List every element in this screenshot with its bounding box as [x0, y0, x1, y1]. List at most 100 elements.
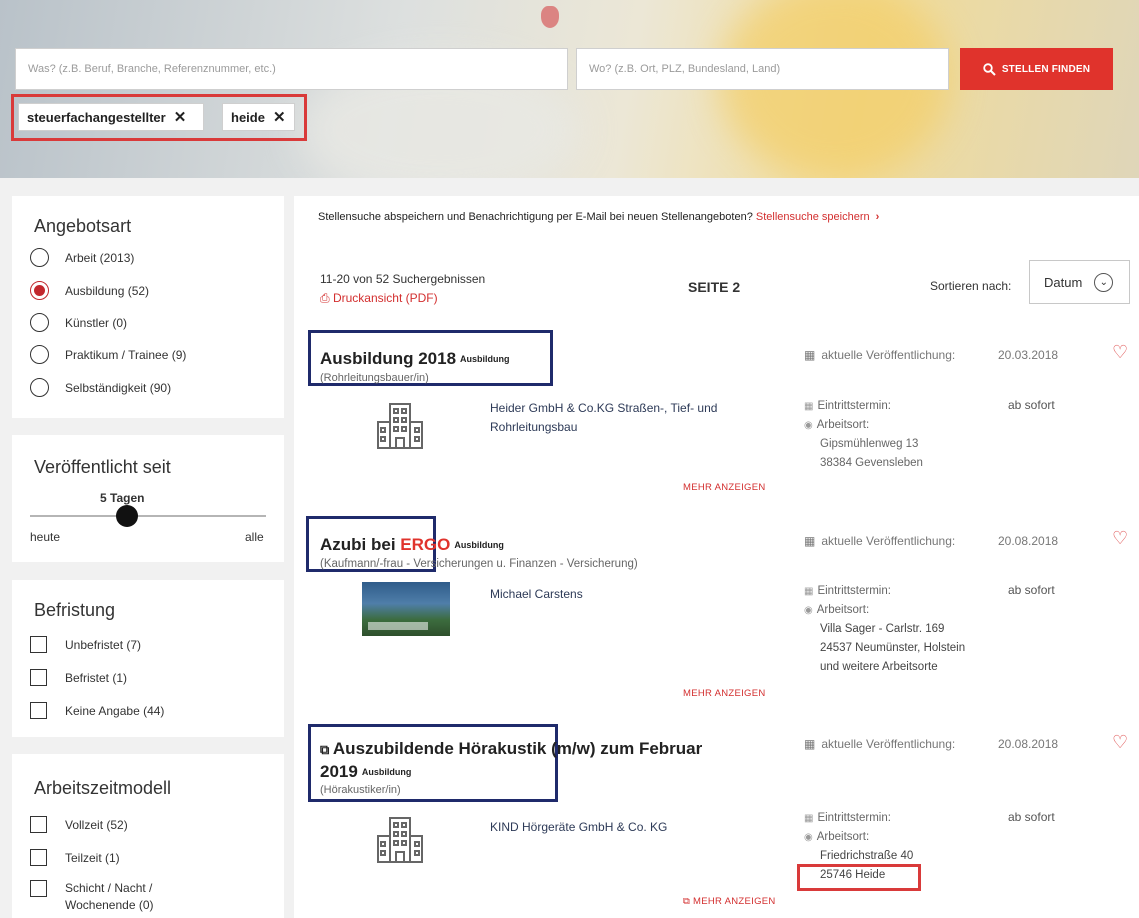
radio-option[interactable]: Künstler (0) — [30, 313, 127, 332]
filter-title: Arbeitszeitmodell — [34, 778, 172, 798]
calendar-icon: ▦ — [804, 348, 816, 362]
radio-button[interactable] — [30, 313, 49, 332]
job-badge: Ausbildung — [460, 354, 510, 364]
slider-handle[interactable] — [116, 505, 138, 527]
show-more-label: MEHR ANZEIGEN — [693, 896, 776, 907]
checkbox[interactable] — [30, 669, 47, 686]
job-subtitle: (Hörakustiker/in) — [320, 784, 401, 796]
checkbox-option[interactable]: Teilzeit (1) — [30, 849, 120, 866]
job-details: ▦ Eintrittstermin: ◉ Arbeitsort: Villa Sag… — [804, 582, 965, 677]
company-name[interactable]: KIND Hörgeräte GmbH & Co. KG — [490, 818, 770, 837]
results-count: 11-20 von 52 Suchergebnissen — [320, 272, 486, 286]
place-label: Arbeitsort: — [816, 831, 870, 843]
filter-worktime: Arbeitszeitmodell Vollzeit (52) Teilzeit… — [12, 754, 284, 918]
calendar-icon: ▦ — [804, 586, 814, 597]
radio-button[interactable] — [30, 248, 49, 267]
radio-option[interactable]: Arbeit (2013) — [30, 248, 134, 267]
search-tag[interactable]: steuerfachangestellter ✕ — [18, 103, 204, 131]
checkbox-option[interactable]: Vollzeit (52) — [30, 816, 128, 833]
job-listing[interactable]: ⧉ Auszubildende Hörakustik (m/w) zum Feb… — [294, 724, 1139, 918]
show-more-link[interactable]: MEHR ANZEIGEN — [683, 482, 766, 493]
publication-label: ▦ aktuelle Veröffentlichung: — [804, 737, 955, 751]
print-pdf-link[interactable]: ⎙ Druckansicht (PDF) — [320, 291, 438, 306]
job-title-text: Azubi bei — [320, 535, 401, 554]
search-tag-label: steuerfachangestellter — [27, 109, 166, 125]
option-label: Künstler (0) — [65, 315, 128, 330]
option-label: Schicht / Nacht / Wochenende (0) — [65, 880, 154, 914]
checkbox-option[interactable]: Schicht / Nacht / Wochenende (0) — [30, 880, 154, 914]
job-listing[interactable]: Azubi bei ERGO Ausbildung (Kaufmann/-frau… — [294, 516, 1139, 712]
checkbox[interactable] — [30, 880, 47, 897]
close-icon[interactable]: ✕ — [174, 108, 187, 126]
company-name[interactable]: Heider GmbH & Co.KG Straßen-, Tief- und R… — [490, 399, 770, 437]
find-jobs-button[interactable]: STELLEN FINDEN — [960, 48, 1113, 90]
location-pin-icon: ◉ — [804, 605, 813, 616]
publication-label-text: aktuelle Veröffentlichung: — [821, 348, 956, 362]
filter-title: Veröffentlicht seit — [34, 457, 171, 477]
publication-date: 20.08.2018 — [998, 737, 1059, 751]
entry-row: ▦ Eintrittstermin: — [804, 582, 965, 601]
company-name[interactable]: Michael Carstens — [490, 585, 770, 604]
slider-track[interactable] — [30, 515, 266, 517]
job-title[interactable]: Azubi bei ERGO Ausbildung — [320, 534, 760, 556]
job-title-text: 2019 — [320, 762, 358, 781]
radio-option[interactable]: Praktikum / Trainee (9) — [30, 345, 186, 364]
show-more-link[interactable]: ⧉ MEHR ANZEIGEN — [683, 896, 776, 907]
place-row: ◉ Arbeitsort: — [804, 828, 913, 847]
sort-label: Sortieren nach: — [930, 279, 1012, 293]
checkbox-option[interactable]: Unbefristet (7) — [30, 636, 141, 653]
option-label-line: Wochenende (0) — [65, 898, 154, 912]
filter-limitation: Befristung Unbefristet (7) Befristet (1)… — [12, 580, 284, 737]
address-line: und weitere Arbeitsorte — [820, 661, 938, 673]
slider-min-label: heute — [30, 530, 61, 544]
radio-button[interactable] — [30, 378, 49, 397]
job-listing[interactable]: Ausbildung 2018 Ausbildung (Rohrleitungsb… — [294, 330, 1139, 504]
filter-offer-type: Angebotsart Arbeit (2013) Ausbildung (52… — [12, 196, 284, 418]
radio-button[interactable] — [30, 345, 49, 364]
show-more-link[interactable]: MEHR ANZEIGEN — [683, 688, 766, 699]
entry-date: ab sofort — [1008, 398, 1055, 412]
entry-row: ▦ Eintrittstermin: — [804, 809, 913, 828]
save-search-row: Stellensuche abspeichern und Benachricht… — [318, 211, 879, 223]
address-line: 24537 Neumünster, Holstein — [820, 642, 966, 654]
checkbox-option[interactable]: Befristet (1) — [30, 669, 127, 686]
slider-max-label: alle — [245, 530, 264, 544]
location-pin-icon: ◉ — [804, 832, 813, 843]
search-tag[interactable]: heide ✕ — [222, 103, 295, 131]
sort-select[interactable]: Datum ⌄ — [1029, 260, 1130, 304]
sort-value: Datum — [1044, 274, 1083, 290]
radio-option[interactable]: Ausbildung (52) — [30, 281, 149, 300]
calendar-icon: ▦ — [804, 737, 816, 751]
job-title[interactable]: Ausbildung 2018 Ausbildung — [320, 348, 760, 370]
checkbox[interactable] — [30, 816, 47, 833]
option-label: Teilzeit (1) — [65, 850, 120, 865]
heart-icon[interactable]: ♡ — [1112, 528, 1128, 549]
address-highlight-box — [797, 864, 921, 891]
option-label: Vollzeit (52) — [65, 817, 128, 832]
checkbox[interactable] — [30, 636, 47, 653]
search-what-input[interactable]: Was? (z.B. Beruf, Branche, Referenznumme… — [15, 48, 568, 90]
save-search-link[interactable]: Stellensuche speichern — [756, 211, 870, 223]
company-name-line: Heider GmbH & Co.KG Straßen-, Tief- und — [490, 401, 718, 415]
place-row: ◉ Arbeitsort: — [804, 601, 965, 620]
publication-label-text: aktuelle Veröffentlichung: — [821, 737, 956, 751]
checkbox[interactable] — [30, 849, 47, 866]
close-icon[interactable]: ✕ — [273, 108, 286, 126]
filter-title: Angebotsart — [34, 216, 132, 236]
search-where-input[interactable]: Wo? (z.B. Ort, PLZ, Bundesland, Land) — [576, 48, 949, 90]
job-badge: Ausbildung — [454, 540, 504, 550]
job-subtitle: (Rohrleitungsbauer/in) — [320, 372, 429, 384]
radio-option[interactable]: Selbständigkeit (90) — [30, 378, 171, 397]
option-label: Praktikum / Trainee (9) — [65, 347, 187, 362]
checkbox-option[interactable]: Keine Angabe (44) — [30, 702, 164, 719]
radio-button-selected[interactable] — [30, 281, 49, 300]
checkbox[interactable] — [30, 702, 47, 719]
chevron-right-icon: › — [875, 211, 880, 223]
heart-icon[interactable]: ♡ — [1112, 732, 1128, 753]
job-title[interactable]: ⧉ Auszubildende Hörakustik (m/w) zum Feb… — [320, 738, 760, 783]
find-jobs-label: STELLEN FINDEN — [1001, 63, 1091, 75]
heart-icon[interactable]: ♡ — [1112, 342, 1128, 363]
publication-date: 20.03.2018 — [998, 348, 1059, 362]
publication-label: ▦ aktuelle Veröffentlichung: — [804, 348, 955, 362]
entry-label: Eintrittstermin: — [817, 585, 891, 597]
